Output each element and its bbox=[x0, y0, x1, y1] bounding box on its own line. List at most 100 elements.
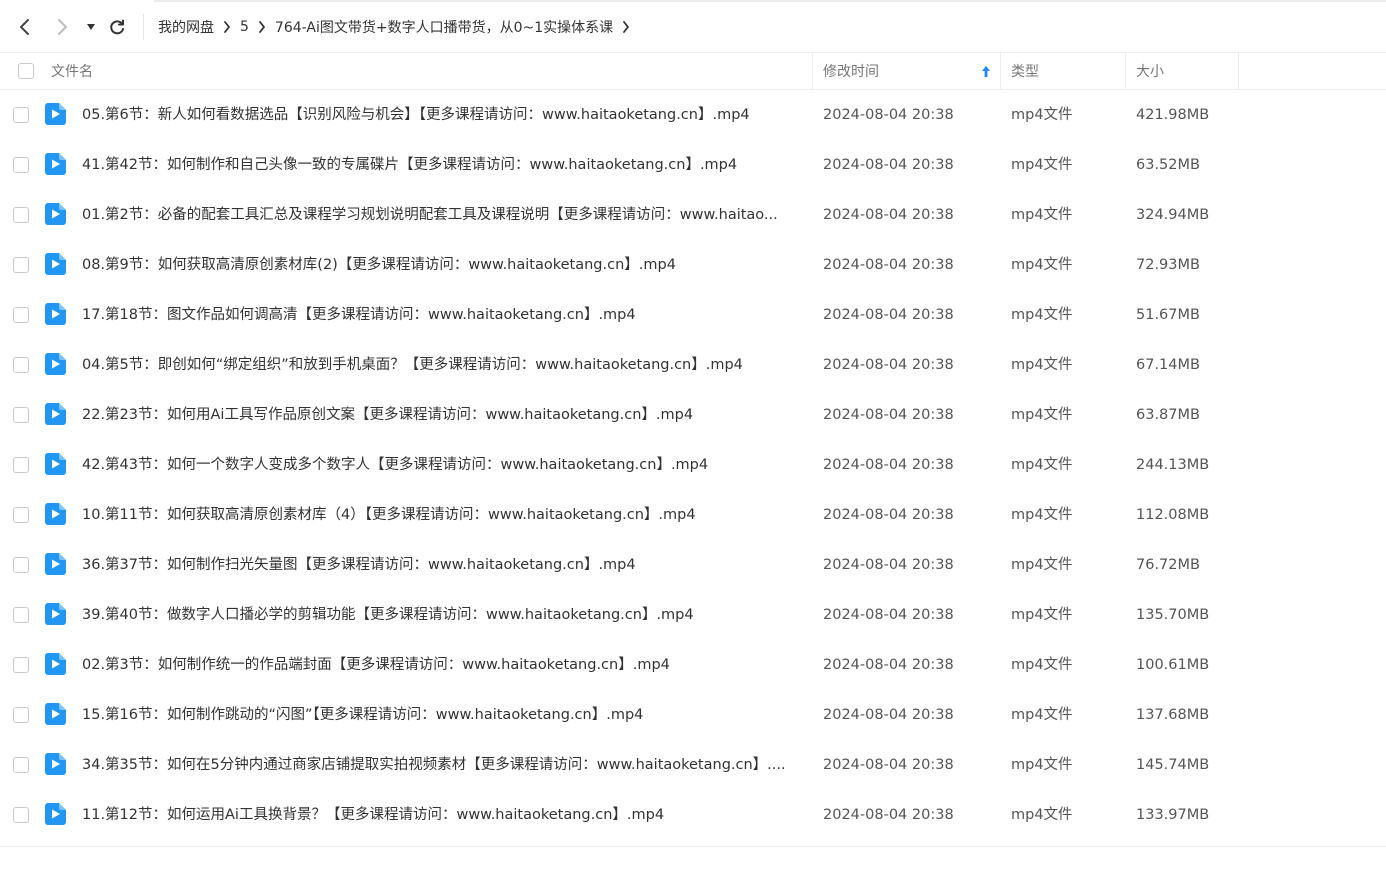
file-size: 137.68MB bbox=[1136, 707, 1210, 723]
file-name[interactable]: 08.第9节：如何获取高清原创素材库(2)【更多课程请访问：www.haitao… bbox=[82, 240, 800, 290]
row-checkbox[interactable] bbox=[13, 407, 29, 423]
file-type: mp4文件 bbox=[1011, 157, 1073, 173]
sort-ascending-icon[interactable] bbox=[981, 53, 991, 89]
file-type: mp4文件 bbox=[1011, 357, 1073, 373]
file-modified-time: 2024-08-04 20:38 bbox=[823, 407, 954, 423]
row-checkbox[interactable] bbox=[13, 807, 29, 823]
file-size: 51.67MB bbox=[1136, 307, 1200, 323]
refresh-button[interactable] bbox=[106, 16, 128, 38]
file-type: mp4文件 bbox=[1011, 707, 1073, 723]
file-modified-time: 2024-08-04 20:38 bbox=[823, 807, 954, 823]
file-name[interactable]: 11.第12节：如何运用Ai工具换背景？【更多课程请访问：www.haitaok… bbox=[82, 790, 800, 840]
file-name[interactable]: 15.第16节：如何制作跳动的“闪图”【更多课程请访问：www.haitaoke… bbox=[82, 690, 800, 740]
file-size: 76.72MB bbox=[1136, 557, 1200, 573]
column-header-type[interactable]: 类型 bbox=[1011, 53, 1039, 89]
file-row[interactable]: 04.第5节：即创如何“绑定组织”和放到手机桌面？【更多课程请访问：www.ha… bbox=[0, 340, 1386, 390]
row-checkbox[interactable] bbox=[13, 107, 29, 123]
file-row[interactable]: 08.第9节：如何获取高清原创素材库(2)【更多课程请访问：www.haitao… bbox=[0, 240, 1386, 290]
row-checkbox[interactable] bbox=[13, 257, 29, 273]
forward-button[interactable] bbox=[51, 16, 73, 38]
file-row[interactable]: 39.第40节：做数字人口播必学的剪辑功能【更多课程请访问：www.haitao… bbox=[0, 590, 1386, 640]
file-type: mp4文件 bbox=[1011, 457, 1073, 473]
chevron-right-icon bbox=[223, 21, 231, 33]
row-checkbox[interactable] bbox=[13, 757, 29, 773]
row-checkbox[interactable] bbox=[13, 457, 29, 473]
file-type: mp4文件 bbox=[1011, 307, 1073, 323]
chevron-right-icon[interactable] bbox=[622, 21, 630, 33]
column-header-name[interactable]: 文件名 bbox=[51, 53, 93, 89]
row-checkbox[interactable] bbox=[13, 557, 29, 573]
video-file-icon bbox=[45, 153, 66, 175]
column-header-size[interactable]: 大小 bbox=[1136, 53, 1164, 89]
file-name[interactable]: 39.第40节：做数字人口播必学的剪辑功能【更多课程请访问：www.haitao… bbox=[82, 590, 800, 640]
file-name[interactable]: 36.第37节：如何制作扫光矢量图【更多课程请访问：www.haitaoketa… bbox=[82, 540, 800, 590]
file-size: 72.93MB bbox=[1136, 257, 1200, 273]
file-name[interactable]: 42.第43节：如何一个数字人变成多个数字人【更多课程请访问：www.haita… bbox=[82, 440, 800, 490]
file-row[interactable]: 36.第37节：如何制作扫光矢量图【更多课程请访问：www.haitaoketa… bbox=[0, 540, 1386, 590]
file-row[interactable]: 42.第43节：如何一个数字人变成多个数字人【更多课程请访问：www.haita… bbox=[0, 440, 1386, 490]
file-size: 63.87MB bbox=[1136, 407, 1200, 423]
file-size: 133.97MB bbox=[1136, 807, 1210, 823]
file-modified-time: 2024-08-04 20:38 bbox=[823, 707, 954, 723]
file-name[interactable]: 17.第18节：图文作品如何调高清【更多课程请访问：www.haitaoketa… bbox=[82, 290, 800, 340]
column-divider[interactable] bbox=[1000, 53, 1001, 89]
column-divider[interactable] bbox=[812, 53, 813, 89]
breadcrumb-item-current[interactable]: 764-Ai图文带货+数字人口播带货，从0~1实操体系课 bbox=[275, 17, 613, 37]
video-file-icon bbox=[45, 103, 66, 125]
video-file-icon bbox=[45, 753, 66, 775]
row-checkbox[interactable] bbox=[13, 357, 29, 373]
file-type: mp4文件 bbox=[1011, 757, 1073, 773]
column-divider[interactable] bbox=[1238, 53, 1239, 89]
file-modified-time: 2024-08-04 20:38 bbox=[823, 207, 954, 223]
column-divider[interactable] bbox=[1125, 53, 1126, 89]
video-file-icon bbox=[45, 253, 66, 275]
back-button[interactable] bbox=[14, 16, 36, 38]
file-row[interactable]: 11.第12节：如何运用Ai工具换背景？【更多课程请访问：www.haitaok… bbox=[0, 790, 1386, 840]
file-row[interactable]: 05.第6节：新人如何看数据选品【识别风险与机会】【更多课程请访问：www.ha… bbox=[0, 90, 1386, 140]
file-row[interactable]: 17.第18节：图文作品如何调高清【更多课程请访问：www.haitaoketa… bbox=[0, 290, 1386, 340]
file-name[interactable]: 01.第2节：必备的配套工具汇总及课程学习规划说明配套工具及课程说明【更多课程请… bbox=[82, 190, 800, 240]
list-bottom-divider bbox=[0, 846, 1386, 847]
column-header-modified[interactable]: 修改时间 bbox=[823, 53, 879, 89]
file-name[interactable]: 41.第42节：如何制作和自己头像一致的专属碟片【更多课程请访问：www.hai… bbox=[82, 140, 800, 190]
file-row[interactable]: 41.第42节：如何制作和自己头像一致的专属碟片【更多课程请访问：www.hai… bbox=[0, 140, 1386, 190]
row-checkbox[interactable] bbox=[13, 507, 29, 523]
file-row[interactable]: 22.第23节：如何用Ai工具写作品原创文案【更多课程请访问：www.haita… bbox=[0, 390, 1386, 440]
file-row[interactable]: 01.第2节：必备的配套工具汇总及课程学习规划说明配套工具及课程说明【更多课程请… bbox=[0, 190, 1386, 240]
row-checkbox[interactable] bbox=[13, 157, 29, 173]
file-name[interactable]: 34.第35节：如何在5分钟内通过商家店铺提取实拍视频素材【更多课程请访问：ww… bbox=[82, 740, 800, 790]
row-checkbox[interactable] bbox=[13, 207, 29, 223]
breadcrumb-item-root[interactable]: 我的网盘 bbox=[158, 17, 214, 37]
file-type: mp4文件 bbox=[1011, 607, 1073, 623]
row-checkbox[interactable] bbox=[13, 607, 29, 623]
select-all-checkbox-wrap bbox=[18, 53, 34, 89]
select-all-checkbox[interactable] bbox=[18, 63, 34, 79]
file-row[interactable]: 02.第3节：如何制作统一的作品端封面【更多课程请访问：www.haitaoke… bbox=[0, 640, 1386, 690]
file-name[interactable]: 10.第11节：如何获取高清原创素材库（4）【更多课程请访问：www.haita… bbox=[82, 490, 800, 540]
file-type: mp4文件 bbox=[1011, 207, 1073, 223]
file-size: 100.61MB bbox=[1136, 657, 1210, 673]
toolbar: 我的网盘 5 764-Ai图文带货+数字人口播带货，从0~1实操体系课 bbox=[0, 2, 1386, 50]
file-size: 324.94MB bbox=[1136, 207, 1210, 223]
file-row[interactable]: 15.第16节：如何制作跳动的“闪图”【更多课程请访问：www.haitaoke… bbox=[0, 690, 1386, 740]
row-checkbox[interactable] bbox=[13, 707, 29, 723]
file-modified-time: 2024-08-04 20:38 bbox=[823, 557, 954, 573]
file-size: 421.98MB bbox=[1136, 107, 1210, 123]
file-name[interactable]: 05.第6节：新人如何看数据选品【识别风险与机会】【更多课程请访问：www.ha… bbox=[82, 90, 800, 140]
breadcrumb-item-folder-5[interactable]: 5 bbox=[240, 19, 249, 35]
video-file-icon bbox=[45, 703, 66, 725]
video-file-icon bbox=[45, 303, 66, 325]
file-name[interactable]: 04.第5节：即创如何“绑定组织”和放到手机桌面？【更多课程请访问：www.ha… bbox=[82, 340, 800, 390]
file-row[interactable]: 34.第35节：如何在5分钟内通过商家店铺提取实拍视频素材【更多课程请访问：ww… bbox=[0, 740, 1386, 790]
row-checkbox[interactable] bbox=[13, 657, 29, 673]
row-checkbox[interactable] bbox=[13, 307, 29, 323]
history-dropdown-button[interactable] bbox=[82, 16, 100, 38]
file-name[interactable]: 02.第3节：如何制作统一的作品端封面【更多课程请访问：www.haitaoke… bbox=[82, 640, 800, 690]
file-modified-time: 2024-08-04 20:38 bbox=[823, 107, 954, 123]
file-name[interactable]: 22.第23节：如何用Ai工具写作品原创文案【更多课程请访问：www.haita… bbox=[82, 390, 800, 440]
file-row[interactable]: 10.第11节：如何获取高清原创素材库（4）【更多课程请访问：www.haita… bbox=[0, 490, 1386, 540]
file-modified-time: 2024-08-04 20:38 bbox=[823, 507, 954, 523]
file-type: mp4文件 bbox=[1011, 807, 1073, 823]
file-modified-time: 2024-08-04 20:38 bbox=[823, 357, 954, 373]
file-type: mp4文件 bbox=[1011, 407, 1073, 423]
